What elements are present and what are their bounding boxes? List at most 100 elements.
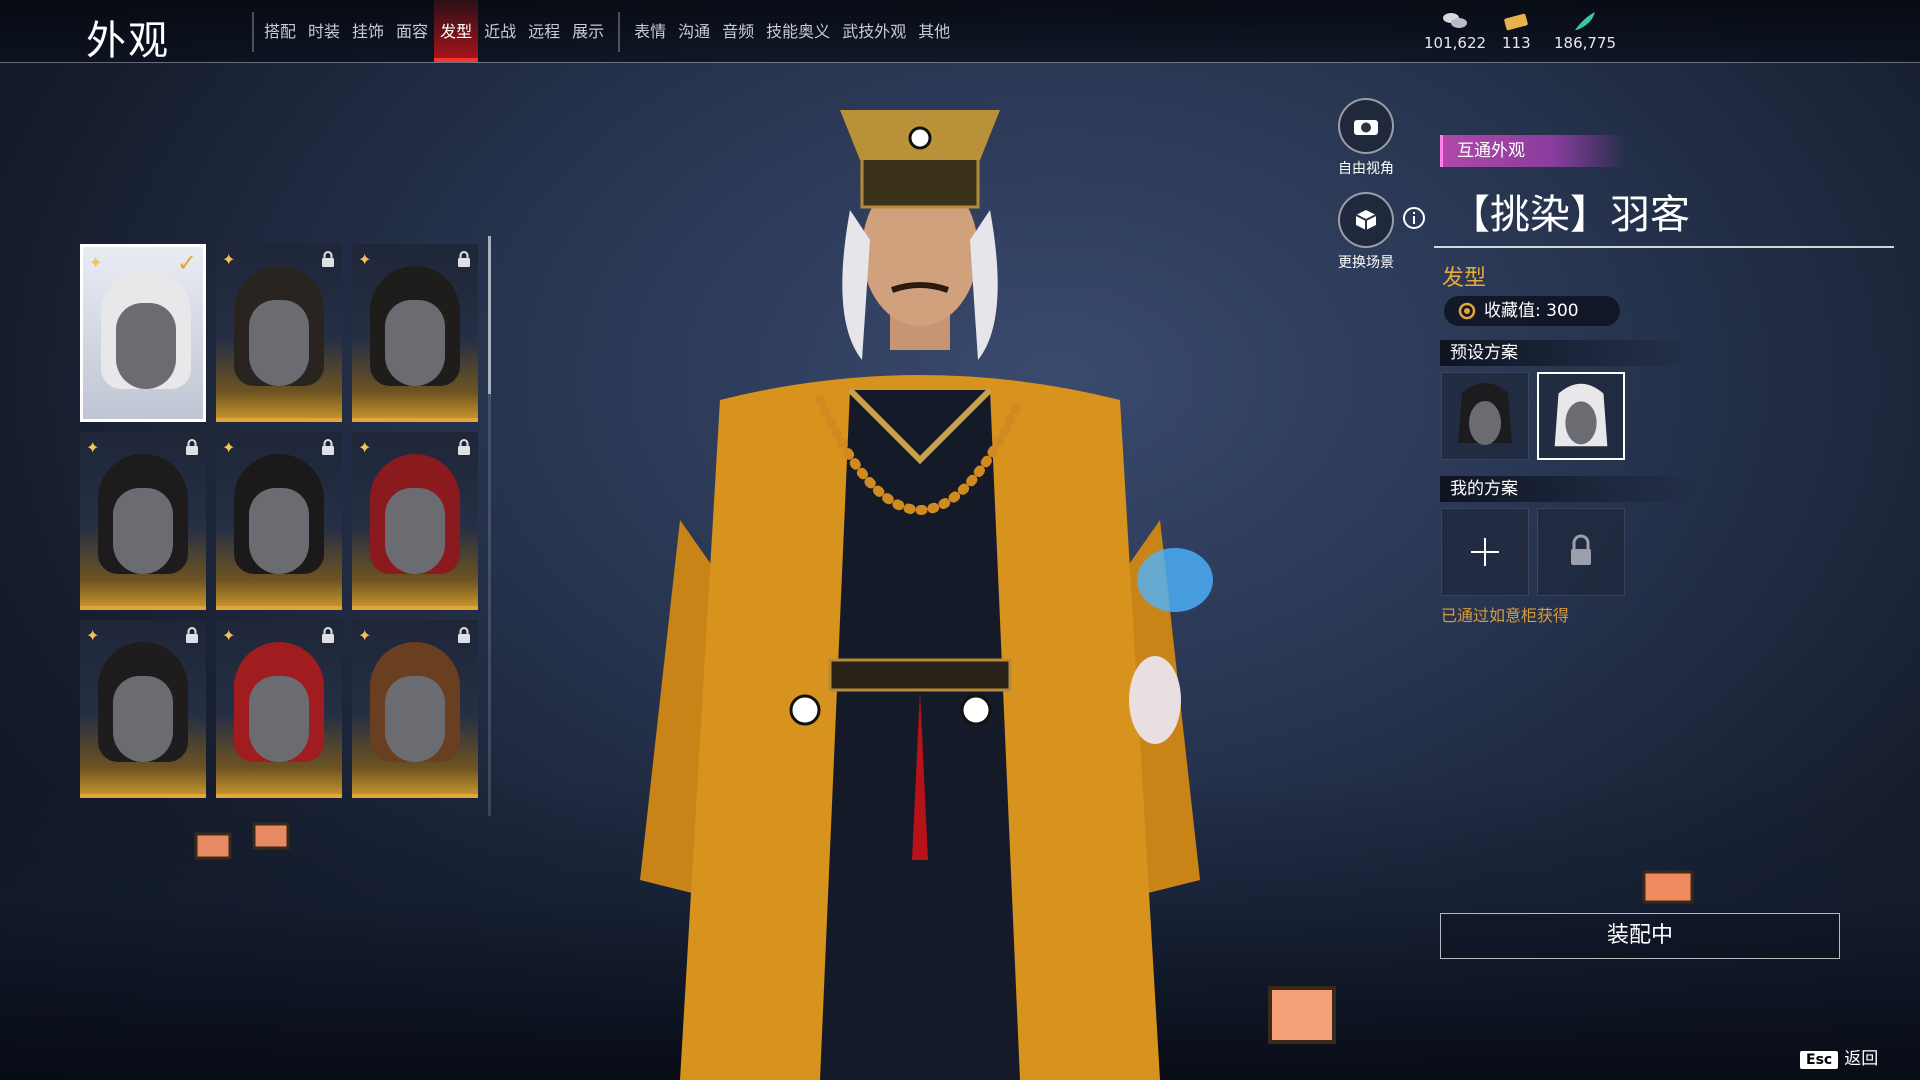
tab-8[interactable]: 表情 — [628, 0, 672, 62]
currency-value: 101,622 — [1424, 34, 1487, 52]
top-divider — [0, 62, 1920, 63]
tab-6[interactable]: 远程 — [522, 0, 566, 62]
collection-icon — [1458, 302, 1476, 320]
currency-tickets: 113 — [1502, 10, 1531, 52]
hair-card[interactable]: ✦ ✓ — [80, 244, 206, 422]
tab-9[interactable]: 沟通 — [672, 0, 716, 62]
tab-12[interactable]: 武技外观 — [836, 0, 912, 62]
change-scene-button[interactable]: 更换场景 — [1336, 192, 1396, 272]
lock-icon — [458, 251, 470, 267]
plus-icon — [1471, 538, 1499, 566]
info-icon[interactable] — [1402, 206, 1426, 230]
collection-label: 收藏值: 300 — [1484, 301, 1579, 321]
mannequin-head — [249, 300, 309, 386]
item-category: 发型 — [1442, 266, 1487, 291]
collection-value: 收藏值: 300 — [1444, 296, 1620, 326]
lantern-decor — [1262, 980, 1342, 1054]
ticket-icon — [1504, 13, 1529, 31]
tab-separator — [252, 12, 254, 52]
currency-value: 186,775 — [1554, 34, 1617, 52]
tab-4[interactable]: 发型 — [434, 0, 479, 62]
mannequin-head — [116, 303, 176, 389]
lantern-decor — [1640, 866, 1696, 910]
grid-scrollbar[interactable] — [488, 236, 491, 816]
currency-coins: 101,622 — [1424, 10, 1486, 52]
lock-icon — [458, 627, 470, 643]
locked-plan-slot[interactable] — [1537, 508, 1625, 596]
hair-card[interactable]: ✦ — [352, 620, 478, 798]
camera-icon — [1338, 98, 1394, 154]
floating-lantern-orb — [1137, 548, 1213, 612]
rabbit-charm — [1129, 656, 1181, 744]
tab-2[interactable]: 挂饰 — [346, 0, 390, 62]
item-name: 【挑染】羽客 — [1450, 192, 1690, 238]
yinyang-left — [789, 694, 821, 726]
hair-card[interactable]: ✦ — [352, 432, 478, 610]
hat-band — [860, 153, 980, 209]
scrollbar-thumb[interactable] — [488, 236, 491, 394]
hair-thumbnail — [1554, 383, 1608, 447]
mannequin-head — [249, 676, 309, 762]
hair-card[interactable]: ✦ — [216, 620, 342, 798]
tab-7[interactable]: 展示 — [566, 0, 610, 62]
rarity-star-icon: ✦ — [89, 253, 103, 272]
currency-value: 113 — [1502, 34, 1531, 52]
rarity-star-icon: ✦ — [86, 438, 100, 457]
hair-card[interactable]: ✦ — [352, 244, 478, 422]
presets-header: 预设方案 — [1440, 340, 1700, 366]
free-view-button[interactable]: 自由视角 — [1336, 98, 1396, 178]
rarity-star-icon: ✦ — [358, 250, 372, 269]
rarity-star-icon: ✦ — [222, 626, 236, 645]
lantern-decor — [192, 830, 234, 866]
hair-card[interactable]: ✦ — [80, 620, 206, 798]
tab-1[interactable]: 时装 — [302, 0, 346, 62]
preset-slot-dark[interactable] — [1441, 372, 1529, 460]
feather-icon — [1575, 12, 1596, 30]
back-hint[interactable]: Esc 返回 — [1800, 1044, 1878, 1069]
preset-slot-white[interactable] — [1537, 372, 1625, 460]
rarity-star-icon: ✦ — [222, 250, 236, 269]
character-model[interactable] — [600, 100, 1240, 1080]
tab-13[interactable]: 其他 — [912, 0, 956, 62]
mannequin-head — [385, 488, 445, 574]
tab-10[interactable]: 音频 — [716, 0, 760, 62]
tab-5[interactable]: 近战 — [478, 0, 522, 62]
esc-key: Esc — [1800, 1051, 1839, 1069]
lock-icon — [186, 439, 198, 455]
tab-11[interactable]: 技能奥义 — [760, 0, 836, 62]
back-label: 返回 — [1844, 1049, 1879, 1069]
cube-icon — [1338, 192, 1394, 248]
hair-grid: ✦ ✓ ✦ ✦ ✦ ✦ ✦ ✦ ✦ ✦ — [80, 244, 480, 810]
tab-0[interactable]: 搭配 — [258, 0, 302, 62]
rarity-star-icon: ✦ — [358, 626, 372, 645]
rarity-star-icon: ✦ — [86, 626, 100, 645]
free-view-label: 自由视角 — [1338, 161, 1394, 177]
equipped-check-icon: ✓ — [176, 249, 197, 277]
belt — [828, 658, 1012, 692]
tab-separator — [618, 12, 621, 52]
rarity-star-icon: ✦ — [222, 438, 236, 457]
currency-feathers: 186,775 — [1554, 10, 1616, 52]
mannequin-head — [385, 300, 445, 386]
name-divider — [1434, 246, 1894, 248]
mannequin-head — [113, 676, 173, 762]
lantern-decor — [250, 820, 292, 856]
hair-card[interactable]: ✦ — [216, 432, 342, 610]
change-scene-label: 更换场景 — [1338, 255, 1394, 271]
obtained-note: 已通过如意柜获得 — [1441, 606, 1570, 625]
hair-card[interactable]: ✦ — [80, 432, 206, 610]
mannequin-head — [385, 676, 445, 762]
yinyang-right — [960, 694, 992, 726]
lock-icon — [186, 627, 198, 643]
hat-taiji-emblem — [908, 126, 932, 150]
lock-icon — [322, 439, 334, 455]
category-tabs: 搭配 时装 挂饰 面容 发型 近战 远程 展示 表情 沟通 音频 技能奥义 武技外观 其他 — [258, 0, 956, 62]
page-title: 外观 — [86, 18, 170, 64]
hair-card[interactable]: ✦ — [216, 244, 342, 422]
my-plans-header: 我的方案 — [1440, 476, 1700, 502]
add-plan-button[interactable] — [1441, 508, 1529, 596]
mannequin-head — [249, 488, 309, 574]
lock-icon — [322, 627, 334, 643]
tab-3[interactable]: 面容 — [390, 0, 434, 62]
equip-button[interactable]: 装配中 — [1440, 913, 1840, 959]
